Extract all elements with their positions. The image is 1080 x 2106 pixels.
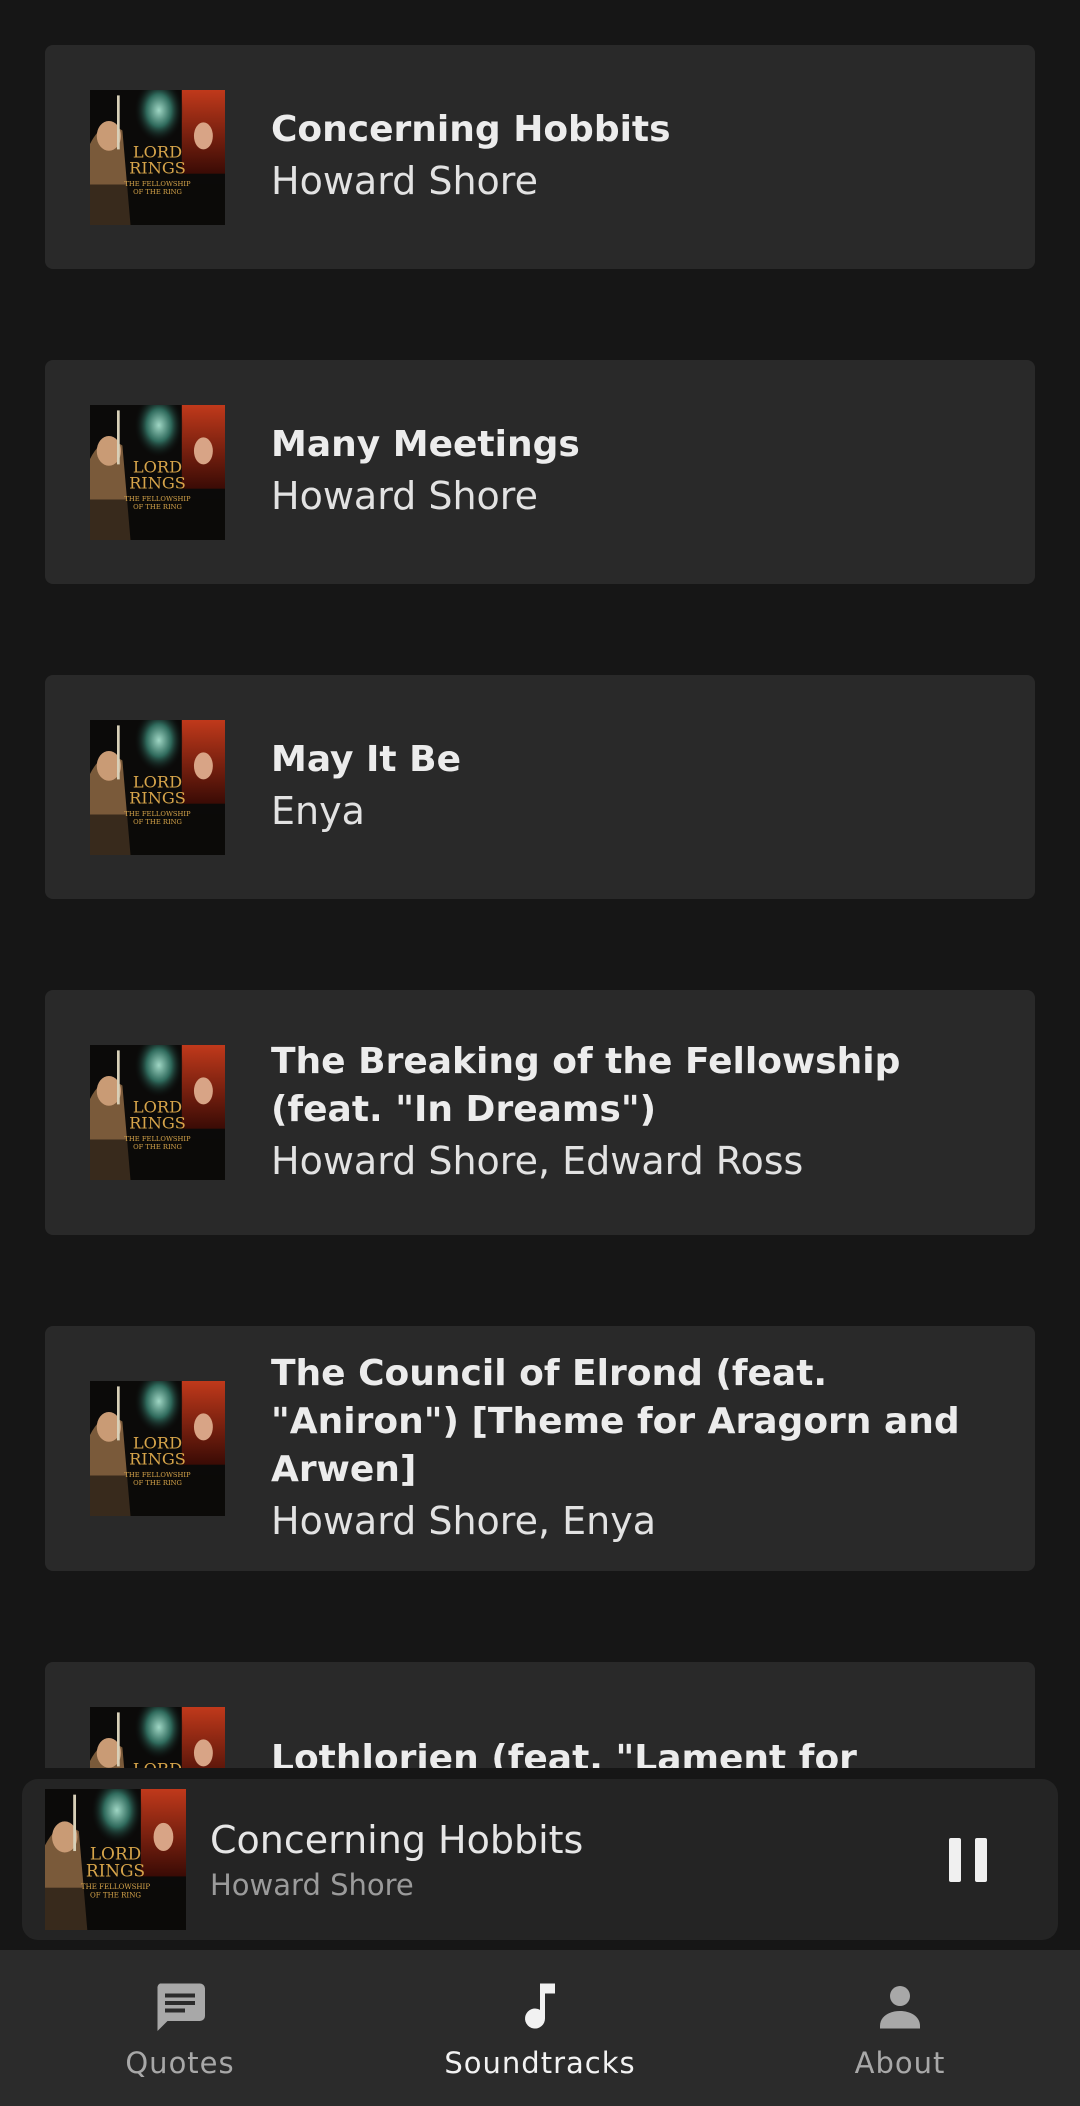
svg-text:RINGS: RINGS [129, 1450, 186, 1469]
svg-text:RINGS: RINGS [129, 473, 186, 492]
track-card[interactable]: LORD RINGS THE FELLOWSHIP OF THE RING Many … [45, 360, 1035, 584]
app-screen: LORD RINGS THE FELLOWSHIP OF THE RING Conce… [0, 0, 1080, 2106]
nav-label-about: About [854, 2046, 946, 2080]
svg-text:RINGS: RINGS [129, 158, 186, 177]
album-art-image: LORDRINGSTHE FELLOWSHIPOF THE RING [90, 404, 225, 540]
album-art-image: LORDRINGSTHE FELLOWSHIPOF THE RING [90, 89, 225, 225]
album-cover: LORDRINGSTHE FELLOWSHIPOF THE RING [90, 1045, 225, 1180]
svg-text:OF THE RING: OF THE RING [133, 1143, 182, 1151]
nav-label-soundtracks: Soundtracks [444, 2046, 636, 2080]
nav-label-quotes: Quotes [125, 2046, 235, 2080]
now-playing-title: Concerning Hobbits [210, 1817, 584, 1862]
svg-text:RINGS: RINGS [86, 1860, 145, 1880]
track-card[interactable]: LORD RINGS THE FELLOWSHIP OF THE RING The C… [45, 1326, 1035, 1571]
person-icon [868, 1974, 932, 2038]
music-note-icon [508, 1974, 572, 2038]
track-title: Many Meetings [271, 424, 580, 465]
nav-item-soundtracks[interactable]: Soundtracks [360, 1950, 720, 2106]
album-art-image: LORDRINGSTHE FELLOWSHIPOF THE RING [90, 719, 225, 855]
track-card[interactable]: LORD RINGS THE FELLOWSHIP OF THE RING May I… [45, 675, 1035, 899]
album-art-image: LORDRINGSTHE FELLOWSHIPOF THE RING [90, 1381, 225, 1516]
svg-text:RINGS: RINGS [129, 788, 186, 807]
album-cover: LORDRINGSTHE FELLOWSHIPOF THE RING [45, 1789, 186, 1930]
track-artist: Howard Shore [271, 159, 538, 203]
album-cover: LORDRINGSTHE FELLOWSHIPOF THE RING [90, 404, 225, 540]
svg-text:THE FELLOWSHIP: THE FELLOWSHIP [124, 179, 191, 187]
album-art-image: LORDRINGSTHE FELLOWSHIPOF THE RING [45, 1789, 186, 1930]
track-artist: Howard Shore, Enya [271, 1498, 656, 1543]
album-cover: LORDRINGSTHE FELLOWSHIPOF THE RING [90, 719, 225, 855]
svg-text:RINGS: RINGS [129, 1114, 186, 1133]
album-cover: LORDRINGSTHE FELLOWSHIPOF THE RING [90, 1707, 225, 1768]
track-artist: Howard Shore [271, 474, 538, 518]
track-card[interactable]: LORDRINGSTHE FELLOWSHIPOF THE RING Lothl… [45, 1662, 1035, 1768]
svg-text:OF THE RING: OF THE RING [90, 1891, 141, 1900]
chat-bubble-icon [148, 1974, 212, 2038]
track-title: May It Be [271, 739, 462, 780]
svg-text:OF THE RING: OF THE RING [133, 817, 182, 825]
soundtrack-list[interactable]: LORD RINGS THE FELLOWSHIP OF THE RING Conce… [0, 0, 1080, 1768]
track-card[interactable]: LORD RINGS THE FELLOWSHIP OF THE RING The B… [45, 990, 1035, 1235]
now-playing-bar[interactable]: LORD RINGS THE FELLOWSHIP OF THE RING Conce… [22, 1779, 1058, 1940]
album-cover: LORDRINGSTHE FELLOWSHIPOF THE RING [90, 89, 225, 225]
album-cover: LORDRINGSTHE FELLOWSHIPOF THE RING [90, 1381, 225, 1516]
track-artist: Enya [271, 789, 365, 833]
track-title: The Breaking of the Fellowship (feat. "I… [271, 1040, 901, 1130]
svg-text:LORD: LORD [133, 1760, 182, 1769]
track-card[interactable]: LORD RINGS THE FELLOWSHIP OF THE RING Conce… [45, 45, 1035, 269]
svg-text:OF THE RING: OF THE RING [133, 1479, 182, 1487]
track-artist: Howard Shore, Edward Ross [271, 1138, 804, 1183]
svg-text:THE FELLOWSHIP: THE FELLOWSHIP [124, 494, 191, 502]
now-playing-artist: Howard Shore [210, 1867, 414, 1902]
pause-icon [949, 1837, 987, 1882]
nav-item-quotes[interactable]: Quotes [0, 1950, 360, 2106]
track-title: The Council of Elrond (feat. "Aniron") [… [271, 1352, 960, 1490]
track-title: Lothlorien (feat. "Lament for Gandalf") [271, 1738, 857, 1768]
svg-text:THE FELLOWSHIP: THE FELLOWSHIP [124, 1135, 191, 1143]
track-title: Concerning Hobbits [271, 109, 671, 150]
pause-button[interactable] [938, 1830, 998, 1890]
svg-text:OF THE RING: OF THE RING [133, 187, 182, 195]
nav-item-about[interactable]: About [720, 1950, 1080, 2106]
svg-text:THE FELLOWSHIP: THE FELLOWSHIP [124, 809, 191, 817]
svg-text:THE FELLOWSHIP: THE FELLOWSHIP [124, 1471, 191, 1479]
bottom-navigation: Quotes Soundtracks About [0, 1950, 1080, 2106]
album-art-image: LORDRINGSTHE FELLOWSHIPOF THE RING [90, 1707, 225, 1768]
svg-text:OF THE RING: OF THE RING [133, 502, 182, 510]
album-art-image: LORDRINGSTHE FELLOWSHIPOF THE RING [90, 1045, 225, 1180]
